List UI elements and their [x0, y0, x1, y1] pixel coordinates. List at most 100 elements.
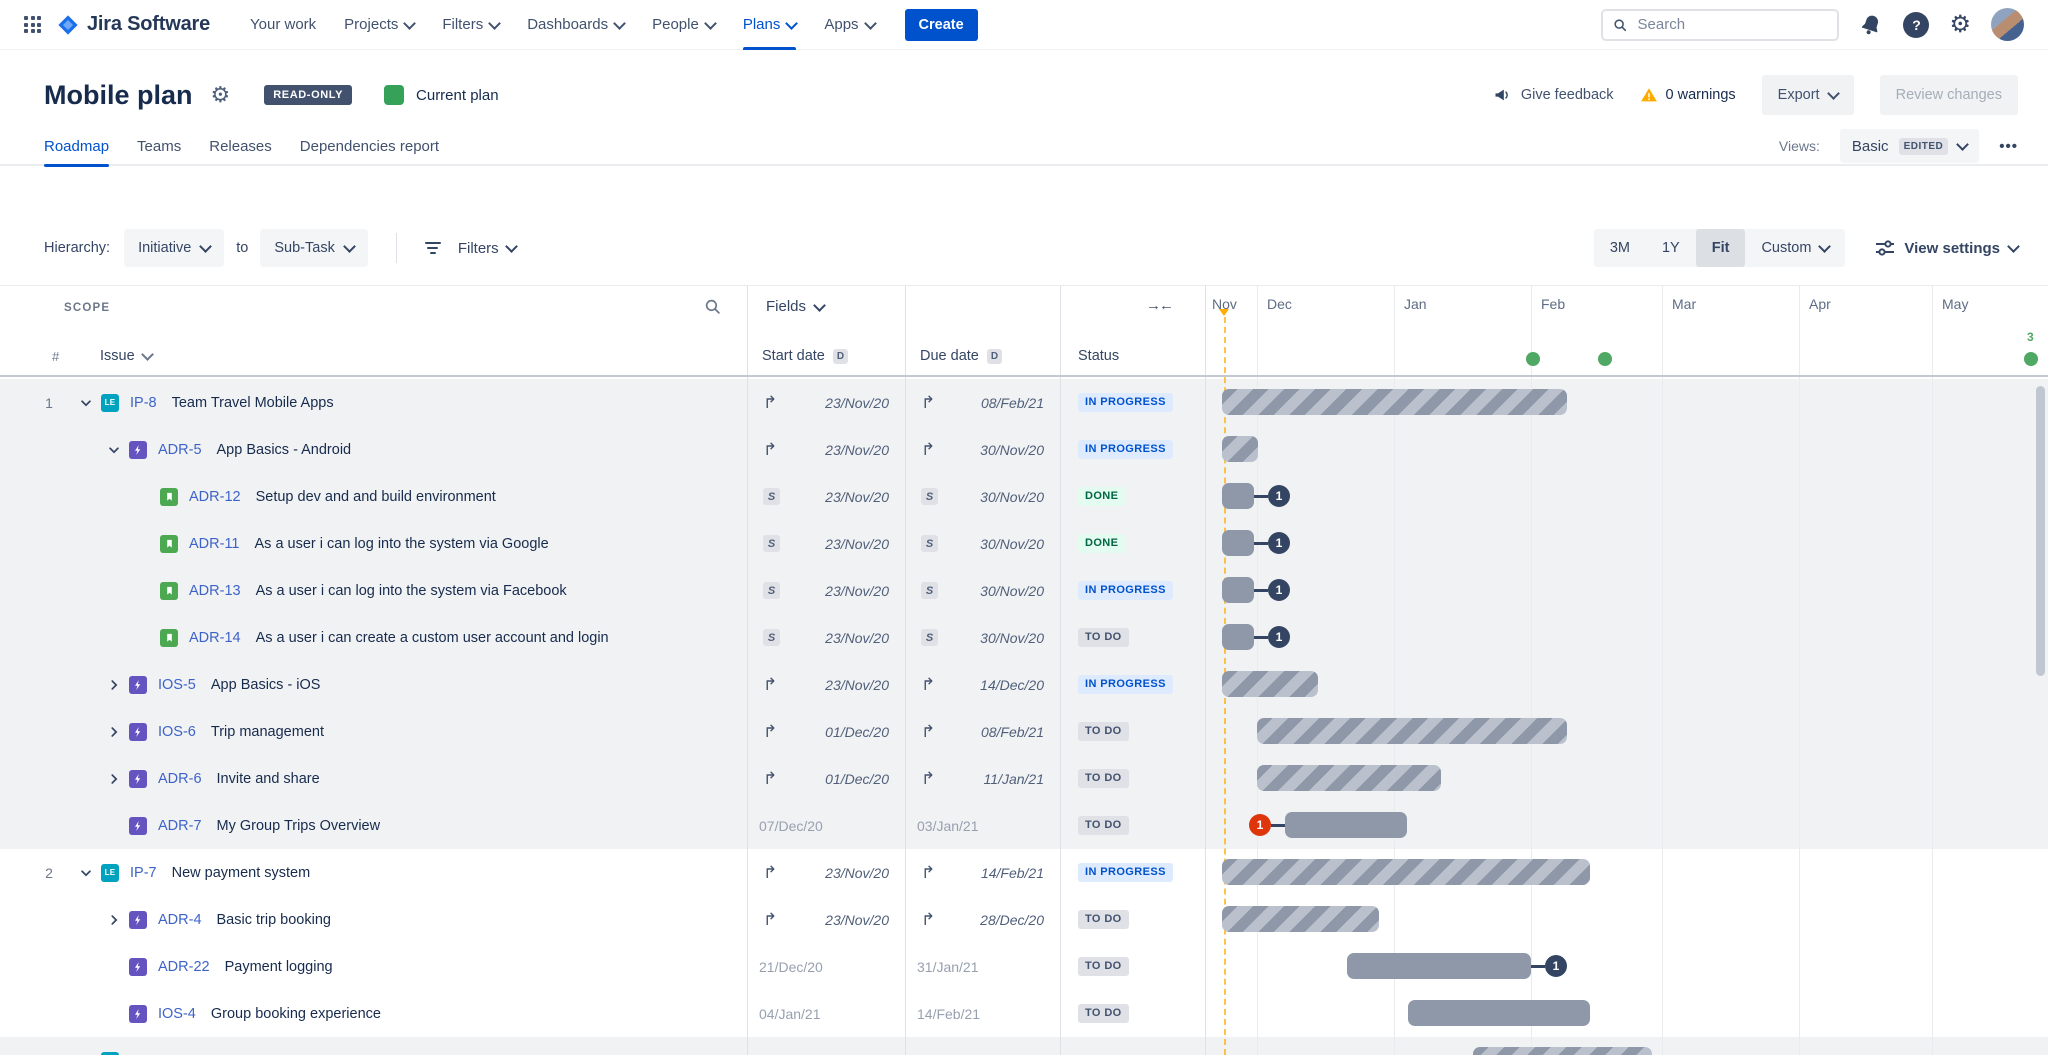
user-avatar[interactable] [1991, 8, 2024, 41]
issue-column-header[interactable]: Issue [100, 338, 152, 374]
issue-key-link[interactable]: IP-8 [130, 395, 157, 411]
gantt-bar[interactable] [1222, 577, 1254, 603]
fields-dropdown[interactable]: Fields [766, 298, 824, 315]
release-marker[interactable] [1598, 352, 1612, 366]
start-date-cell: ↱23/Nov/20 [747, 426, 905, 473]
gantt-bar-rolled-up[interactable] [1222, 859, 1590, 885]
gantt-bar-rolled-up[interactable] [1222, 389, 1567, 415]
start-date-column-header[interactable]: Start dateD [762, 338, 848, 374]
tab-teams[interactable]: Teams [137, 127, 181, 165]
export-button[interactable]: Export [1762, 75, 1854, 115]
issue-key-link[interactable]: IOS-4 [158, 1006, 196, 1022]
dependency-count-badge[interactable]: 1 [1249, 814, 1271, 836]
create-button[interactable]: Create [905, 9, 978, 41]
tab-dependencies-report[interactable]: Dependencies report [300, 127, 439, 165]
hierarchy-to-dropdown[interactable]: Sub-Task [260, 229, 367, 267]
zoom-3m-button[interactable]: 3M [1594, 229, 1646, 267]
gantt-bar-rolled-up[interactable] [1257, 765, 1441, 791]
settings-gear-icon[interactable]: ⚙ [1949, 13, 1971, 37]
scope-search-icon[interactable] [704, 298, 721, 320]
dependency-count-badge[interactable]: 1 [1268, 626, 1290, 648]
collapse-chevron-icon[interactable] [106, 912, 122, 928]
expand-chevron-icon[interactable] [78, 395, 94, 411]
notifications-bell-icon[interactable] [1856, 9, 1886, 39]
vertical-scrollbar[interactable] [2036, 386, 2045, 676]
issue-key-link[interactable]: ADR-14 [189, 630, 241, 646]
expand-chevron-icon[interactable] [78, 865, 94, 881]
issue-key-link[interactable]: IP-7 [130, 865, 157, 881]
tab-roadmap[interactable]: Roadmap [44, 127, 109, 165]
dependency-count-badge[interactable]: 1 [1268, 579, 1290, 601]
search-input[interactable] [1636, 15, 1828, 34]
plan-settings-gear-icon[interactable]: ⚙ [211, 84, 231, 106]
app-switcher-icon[interactable] [24, 16, 41, 33]
due-date-value: 14/Dec/20 [980, 677, 1044, 693]
status-column-header[interactable]: Status [1078, 338, 1119, 374]
issue-key-link[interactable]: ADR-22 [158, 959, 210, 975]
gantt-bar[interactable] [1285, 812, 1407, 838]
collapse-chevron-icon[interactable] [106, 724, 122, 740]
release-marker[interactable] [2024, 352, 2038, 366]
due-date-cell: ↱30/Nov/20 [905, 426, 1060, 473]
chevron-down-icon [403, 17, 416, 30]
start-date-cell: S23/Nov/20 [747, 520, 905, 567]
issue-key-link[interactable]: ADR-11 [189, 536, 240, 552]
gantt-bar-rolled-up[interactable] [1257, 718, 1567, 744]
release-marker[interactable] [1526, 352, 1540, 366]
gantt-bar-rolled-up[interactable] [1222, 906, 1379, 932]
gantt-bar-rolled-up[interactable] [1222, 436, 1258, 462]
help-icon[interactable]: ? [1903, 12, 1929, 38]
nav-item-your-work[interactable]: Your work [250, 0, 316, 50]
filters-button[interactable]: Filters [425, 240, 516, 257]
hierarchy-from-dropdown[interactable]: Initiative [124, 229, 224, 267]
rollup-dates-icon: ↱ [763, 394, 777, 411]
zoom-1y-button[interactable]: 1Y [1646, 229, 1696, 267]
dependency-count-badge[interactable]: 1 [1268, 532, 1290, 554]
collapse-chevron-icon[interactable] [106, 771, 122, 787]
gantt-bar[interactable] [1408, 1000, 1590, 1026]
warnings-indicator[interactable]: 0 warnings [1640, 86, 1736, 104]
issue-summary: As a user i can log into the system via … [255, 536, 549, 552]
zoom-fit-button[interactable]: Fit [1696, 229, 1746, 267]
issue-key-link[interactable]: ADR-12 [189, 489, 241, 505]
jira-logo[interactable]: Jira Software [57, 13, 210, 36]
expand-chevron-icon[interactable] [106, 442, 122, 458]
give-feedback-button[interactable]: Give feedback [1493, 85, 1614, 105]
issue-key-link[interactable]: IOS-5 [158, 677, 196, 693]
collapse-chevron-icon[interactable] [106, 677, 122, 693]
tab-releases[interactable]: Releases [209, 127, 272, 165]
nav-item-apps[interactable]: Apps [824, 0, 874, 50]
sprint-dates-icon: S [921, 535, 938, 552]
due-date-cell: 31/Jan/21 [905, 943, 1060, 990]
due-date-column-header[interactable]: Due dateD [920, 338, 1002, 374]
nav-item-projects[interactable]: Projects [344, 0, 414, 50]
gantt-bar[interactable] [1347, 953, 1531, 979]
views-selector[interactable]: Basic EDITED [1840, 129, 1979, 163]
gantt-bar-rolled-up[interactable] [1222, 671, 1318, 697]
status-badge: TO DO [1078, 722, 1129, 741]
start-date-cell: 07/Dec/20 [747, 802, 905, 849]
view-settings-button[interactable]: View settings [1875, 240, 2018, 257]
issue-scope-cell: LEIP-7New payment system [78, 849, 310, 896]
issue-key-link[interactable]: ADR-4 [158, 912, 202, 928]
issue-key-link[interactable]: ADR-5 [158, 442, 202, 458]
zoom-custom-button[interactable]: Custom [1745, 229, 1845, 267]
nav-item-dashboards[interactable]: Dashboards [527, 0, 624, 50]
story-icon [160, 488, 178, 506]
collapse-fields-icon[interactable]: →← [1146, 297, 1172, 314]
issue-key-link[interactable]: IOS-6 [158, 724, 196, 740]
gantt-bar[interactable] [1222, 624, 1254, 650]
gantt-bar[interactable] [1222, 530, 1254, 556]
nav-item-people[interactable]: People [652, 0, 715, 50]
search-box[interactable] [1601, 9, 1839, 41]
dependency-count-badge[interactable]: 1 [1545, 955, 1567, 977]
issue-key-link[interactable]: ADR-13 [189, 583, 241, 599]
nav-item-plans[interactable]: Plans [743, 0, 797, 50]
status-badge: DONE [1078, 534, 1125, 553]
more-options-icon[interactable]: ••• [1999, 138, 2018, 155]
gantt-bar[interactable] [1222, 483, 1254, 509]
issue-key-link[interactable]: ADR-7 [158, 818, 202, 834]
nav-item-filters[interactable]: Filters [442, 0, 499, 50]
issue-key-link[interactable]: ADR-6 [158, 771, 202, 787]
dependency-count-badge[interactable]: 1 [1268, 485, 1290, 507]
